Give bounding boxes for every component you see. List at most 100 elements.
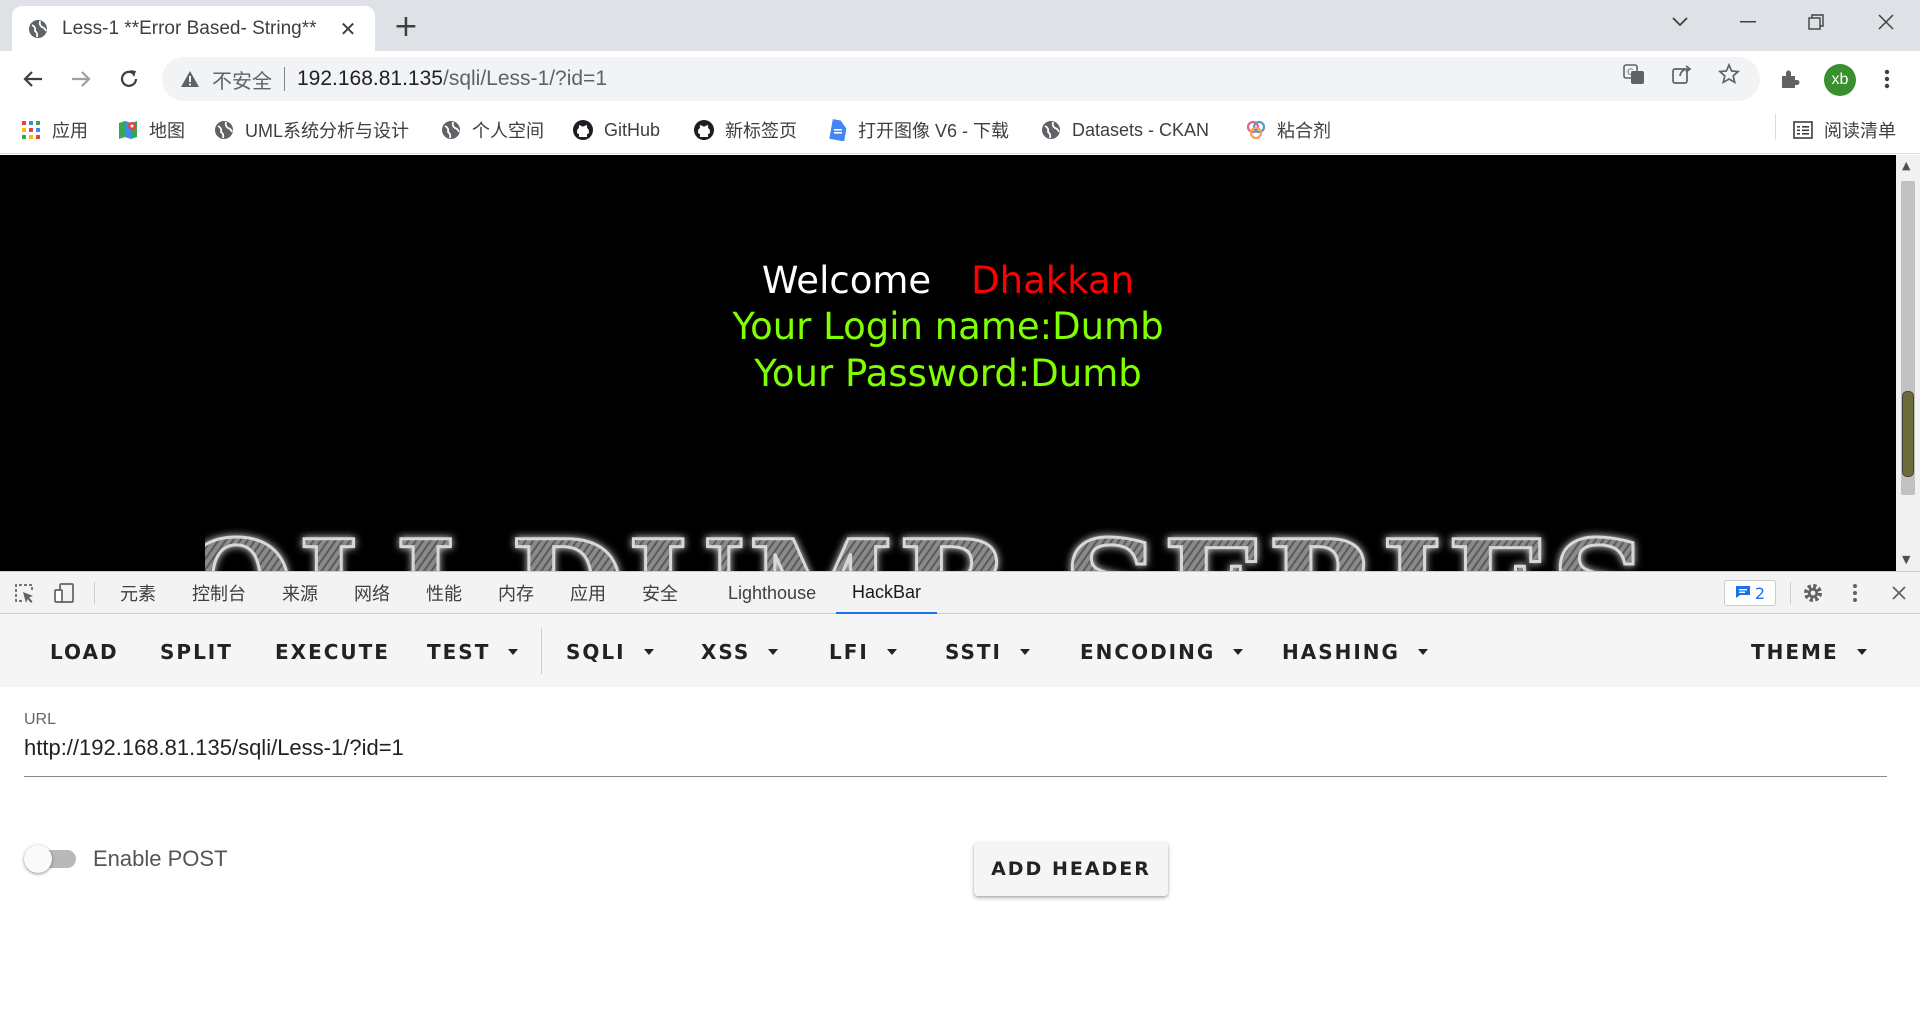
devtools-panel: 元素 控制台 来源 网络 性能 内存 应用 安全 Lighthouse Hack…	[0, 571, 1920, 1020]
bookmark-label: 应用	[52, 121, 88, 141]
lfi-menu-button[interactable]: LFI	[829, 632, 897, 672]
test-menu-label: TEST	[427, 640, 491, 664]
tab-elements[interactable]: 元素	[120, 572, 156, 614]
toggle-knob	[24, 845, 52, 873]
tab-performance[interactable]: 性能	[426, 572, 462, 614]
profile-avatar[interactable]: xb	[1824, 64, 1856, 96]
reading-list[interactable]: 阅读清单	[1792, 116, 1896, 144]
back-icon[interactable]	[13, 59, 53, 99]
bookmark-maps[interactable]: 地图	[117, 116, 185, 144]
tab-sources[interactable]: 来源	[282, 572, 318, 614]
page-scrollbar[interactable]: ▲ ▼	[1896, 155, 1920, 571]
login-name-line: Your Login name:Dumb	[732, 305, 1164, 348]
browser-tab[interactable]: Less-1 **Error Based- String** ✕	[12, 6, 375, 51]
device-toolbar-icon[interactable]	[51, 580, 77, 606]
settings-gear-icon[interactable]	[1800, 580, 1826, 606]
maps-icon	[117, 119, 139, 141]
sqli-menu-button[interactable]: SQLI	[566, 632, 654, 672]
extensions-icon[interactable]	[1776, 65, 1804, 93]
bookmark-label: GitHub	[604, 119, 661, 140]
bookmark-label: 粘合剂	[1277, 121, 1331, 141]
scrollbar-grip[interactable]	[1902, 391, 1914, 477]
execute-button[interactable]: EXECUTE	[275, 632, 390, 672]
devtools-close-icon[interactable]	[1886, 580, 1912, 606]
bookmark-label: 新标签页	[725, 121, 797, 141]
tab-memory[interactable]: 内存	[498, 572, 534, 614]
url-field-underline	[24, 776, 1887, 777]
xss-menu-button[interactable]: XSS	[701, 632, 779, 672]
bookmark-star-icon[interactable]	[1716, 61, 1742, 87]
page-viewport: Welcome Dhakkan Your Login name:Dumb Your…	[0, 155, 1896, 571]
caret-down-icon	[768, 649, 779, 655]
bookmark-binder[interactable]: 粘合剂	[1245, 116, 1331, 144]
tab-application[interactable]: 应用	[570, 572, 606, 614]
restore-icon[interactable]	[1782, 0, 1850, 44]
lfi-menu-label: LFI	[829, 640, 869, 664]
tab-console[interactable]: 控制台	[192, 572, 246, 614]
scroll-up-icon[interactable]: ▲	[1902, 159, 1910, 172]
bookmark-open-image[interactable]: 打开图像 V6 - 下载	[826, 116, 1009, 144]
address-url[interactable]: 192.168.81.135/sqli/Less-1/?id=1	[297, 67, 607, 91]
bookmark-uml[interactable]: UML系统分析与设计	[213, 116, 409, 144]
devtools-more-icon[interactable]	[1842, 580, 1868, 606]
bookmarks-divider	[1775, 114, 1776, 140]
url-path: /sqli/Less-1/?id=1	[442, 67, 607, 90]
new-tab-button[interactable]: +	[390, 9, 422, 44]
tab-hackbar[interactable]: HackBar	[836, 572, 938, 614]
encoding-menu-button[interactable]: ENCODING	[1080, 632, 1244, 672]
tab-lighthouse[interactable]: Lighthouse	[728, 572, 816, 614]
address-bar[interactable]: 不安全 192.168.81.135/sqli/Less-1/?id=1	[162, 57, 1760, 101]
security-label[interactable]: 不安全	[212, 65, 272, 94]
bookmark-apps[interactable]: 应用	[20, 116, 88, 144]
scroll-down-icon[interactable]: ▼	[1902, 553, 1910, 566]
minimize-icon[interactable]	[1714, 0, 1782, 44]
load-button[interactable]: LOAD	[50, 632, 119, 672]
add-header-button[interactable]: ADD HEADER	[974, 842, 1168, 896]
globe-icon	[440, 119, 462, 141]
issues-count: 2	[1754, 583, 1766, 603]
issues-badge[interactable]: 2	[1724, 580, 1776, 606]
xss-menu-label: XSS	[701, 640, 751, 664]
reload-icon[interactable]	[109, 59, 149, 99]
bookmark-github[interactable]: GitHub	[572, 116, 660, 144]
tab-network[interactable]: 网络	[354, 572, 390, 614]
ssti-menu-button[interactable]: SSTI	[945, 632, 1030, 672]
devtools-separator	[1790, 582, 1791, 604]
bookmark-new-tab-page[interactable]: 新标签页	[693, 116, 797, 144]
devtools-separator	[94, 582, 95, 604]
tab-security[interactable]: 安全	[642, 572, 678, 614]
warning-icon[interactable]	[180, 68, 202, 90]
reading-list-label: 阅读清单	[1824, 121, 1896, 141]
ssti-menu-label: SSTI	[945, 640, 1002, 664]
bookmark-label: UML系统分析与设计	[245, 121, 410, 141]
binder-icon	[1245, 119, 1267, 141]
hashing-menu-label: HASHING	[1282, 640, 1400, 664]
globe-icon	[28, 19, 48, 39]
caret-down-icon	[1233, 649, 1244, 655]
tab-search-icon[interactable]	[1646, 0, 1714, 44]
bookmarks-bar: 应用 地图 UML系统分析与设计 个人空间 GitHub 新标签页 打开图像 V…	[0, 106, 1920, 154]
hashing-menu-button[interactable]: HASHING	[1282, 632, 1428, 672]
translate-icon[interactable]: G	[1621, 61, 1647, 87]
close-window-icon[interactable]	[1852, 0, 1920, 44]
tab-title: Less-1 **Error Based- String**	[62, 17, 317, 39]
share-icon[interactable]	[1669, 61, 1695, 87]
reading-list-icon	[1792, 119, 1814, 141]
bookmark-datasets[interactable]: Datasets - CKAN	[1040, 116, 1209, 144]
execute-button-label: EXECUTE	[275, 640, 390, 664]
sqli-menu-label: SQLI	[566, 640, 626, 664]
bookmark-label: 打开图像 V6 - 下载	[858, 121, 1010, 141]
chrome-menu-icon[interactable]	[1873, 65, 1901, 93]
close-tab-icon[interactable]: ✕	[337, 17, 359, 41]
bookmark-label: 个人空间	[472, 121, 544, 141]
github-icon	[572, 119, 594, 141]
forward-icon[interactable]	[61, 59, 101, 99]
enable-post-toggle[interactable]	[24, 845, 80, 873]
url-field[interactable]: http://192.168.81.135/sqli/Less-1/?id=1	[24, 735, 404, 761]
inspect-element-icon[interactable]	[11, 580, 37, 606]
theme-menu-button[interactable]: THEME	[1751, 632, 1867, 672]
split-button[interactable]: SPLIT	[160, 632, 233, 672]
bookmark-personal-space[interactable]: 个人空间	[440, 116, 544, 144]
test-menu-button[interactable]: TEST	[427, 632, 519, 672]
caret-down-icon	[1020, 649, 1030, 655]
